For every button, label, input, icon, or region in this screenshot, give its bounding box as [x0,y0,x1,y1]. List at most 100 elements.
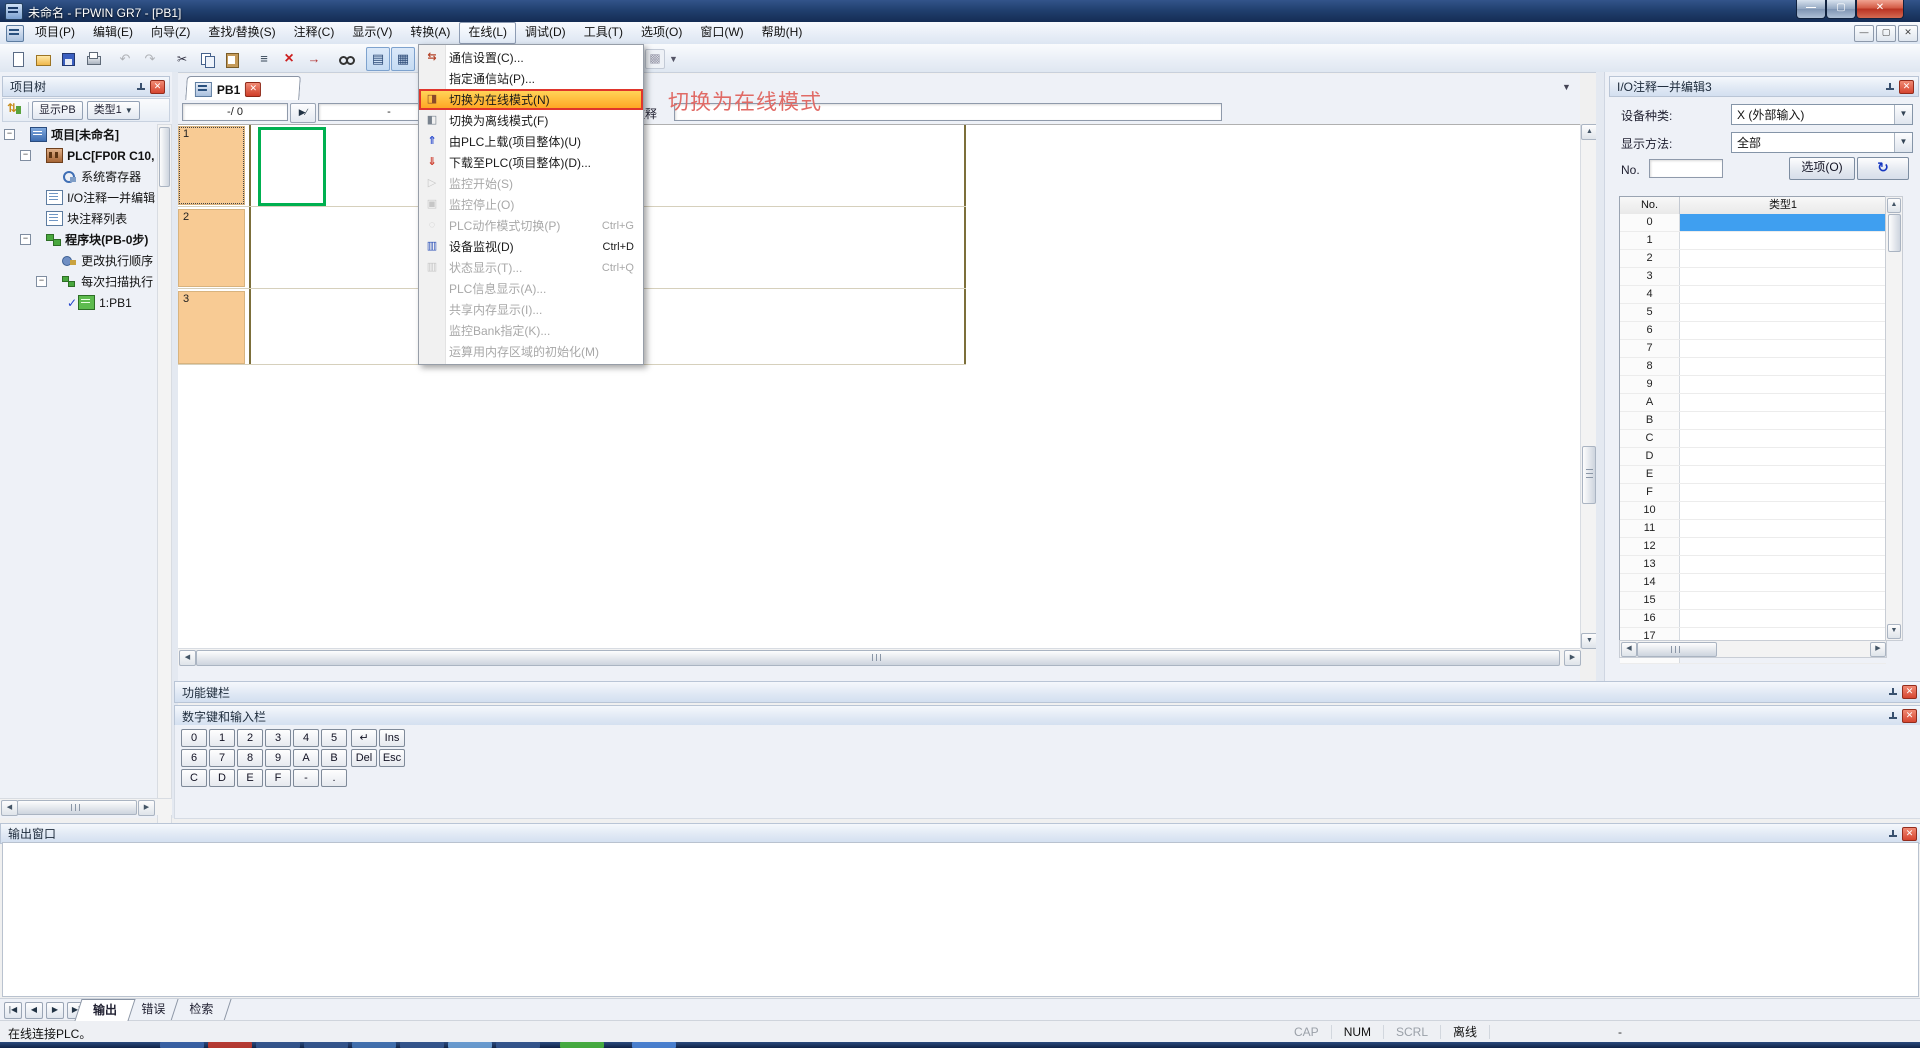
menu-item[interactable]: PLC动作模式切换(P) Ctrl+G [419,215,643,236]
scrollbar-thumb[interactable] [17,800,137,815]
toolbar-button[interactable] [302,47,326,71]
menubar-item[interactable]: 工具(T) [575,22,632,44]
close-button[interactable]: ✕ [1856,0,1904,19]
menubar-item[interactable]: 帮助(H) [753,22,812,44]
keypad-key[interactable]: B [321,749,347,767]
scroll-up-button[interactable]: ▲ [1887,198,1901,213]
comment-cell[interactable] [1680,448,1886,465]
taskbar-item[interactable] [208,1042,252,1048]
toolbar-button[interactable] [195,47,219,71]
tree-expander[interactable]: − [20,234,31,245]
menubar-item[interactable]: 显示(V) [343,22,401,44]
menubar-item[interactable]: 选项(O) [632,22,691,44]
toolbar-more-icon[interactable]: ▼ [669,54,678,64]
taskbar-item[interactable] [352,1042,396,1048]
comment-cell[interactable] [1680,358,1886,375]
comment-cell[interactable] [1680,538,1886,555]
tree-node[interactable]: − ✓ 项目[未命名] [2,124,156,145]
keypad-key[interactable]: 1 [209,729,235,747]
ladder-editor[interactable]: 123 [178,124,1580,649]
comment-cell[interactable] [1680,232,1886,249]
tab-list-icon[interactable]: ▼ [1562,82,1571,92]
scrollbar-thumb[interactable] [1637,642,1717,657]
editor-vertical-scrollbar[interactable]: ▲ ▼ [1580,124,1597,648]
monitor-toggle-button[interactable]: ▶∕ [290,103,316,123]
toolbar-button[interactable] [366,47,390,71]
options-button[interactable]: 选项(O) [1789,157,1855,180]
comment-cell[interactable] [1680,394,1886,411]
editor-horizontal-scrollbar[interactable]: ◀ ▶ [178,648,1580,666]
table-row[interactable]: E [1620,466,1886,484]
table-row[interactable]: 11 [1620,520,1886,538]
table-row[interactable]: F [1620,484,1886,502]
column-header-no[interactable]: No. [1620,197,1680,214]
menu-item[interactable]: PLC信息显示(A)... [419,278,643,299]
tree-node[interactable]: − ✓ PLC[FP0R C10, C [2,145,156,166]
menubar-item[interactable]: 在线(L) [459,22,516,44]
rung-number-cell[interactable]: 3 [178,291,245,364]
right-splitter[interactable] [1596,72,1604,681]
scroll-left-button[interactable]: ◀ [179,650,196,666]
table-row[interactable]: 7 [1620,340,1886,358]
taskbar-item[interactable] [632,1042,676,1048]
keypad-key[interactable]: 8 [237,749,263,767]
scroll-left-button[interactable]: ◀ [1621,642,1637,657]
pin-icon[interactable] [135,82,146,93]
tab-pb1[interactable]: PB1 ✕ [185,76,301,101]
table-row[interactable]: D [1620,448,1886,466]
comment-cell[interactable] [1680,592,1886,609]
panel-close-button[interactable]: ✕ [1902,827,1917,841]
tree-expander[interactable]: − [20,150,31,161]
keypad-key[interactable]: 5 [321,729,347,747]
table-row[interactable]: 4 [1620,286,1886,304]
toolbar-button[interactable] [170,47,194,71]
comment-cell[interactable] [1680,286,1886,303]
mdi-restore-button[interactable]: ▢ [1876,25,1896,42]
keypad-key[interactable]: . [321,769,347,787]
table-row[interactable]: 16 [1620,610,1886,628]
table-row[interactable]: 15 [1620,592,1886,610]
menu-item[interactable]: 切换为离线模式(F) [419,110,643,131]
menu-item[interactable]: 监控停止(O) [419,194,643,215]
table-row[interactable]: B [1620,412,1886,430]
table-row[interactable]: 12 [1620,538,1886,556]
tree-sort-icon[interactable] [7,103,21,117]
keypad-key[interactable]: 0 [181,729,207,747]
table-row[interactable]: C [1620,430,1886,448]
pin-icon[interactable] [1884,82,1895,93]
scroll-right-button[interactable]: ▶ [1564,650,1581,666]
scroll-down-button[interactable]: ▼ [1887,624,1901,639]
menubar-item[interactable]: 项目(P) [26,22,84,44]
menu-item[interactable]: 指定通信站(P)... [419,68,643,89]
menubar-item[interactable]: 编辑(E) [84,22,142,44]
tab-close-button[interactable]: ✕ [245,82,261,97]
tree-horizontal-scrollbar[interactable]: ◀ ▶ [0,798,172,815]
menu-item[interactable]: 由PLC上载(项目整体)(U) [419,131,643,152]
toolbar-button[interactable] [220,47,244,71]
table-row[interactable]: 0 [1620,214,1886,232]
menu-item[interactable]: 运算用内存区域的初始化(M) [419,341,643,362]
comment-cell[interactable] [1680,574,1886,591]
program-mode-icon[interactable]: ▩ [645,49,665,69]
comment-cell[interactable] [1680,268,1886,285]
table-row[interactable]: 9 [1620,376,1886,394]
panel-close-button[interactable]: ✕ [150,80,165,94]
scrollbar-thumb[interactable] [159,127,170,187]
keypad-action-key[interactable]: Esc [379,749,405,767]
mdi-close-button[interactable]: ✕ [1898,25,1918,42]
menubar-item[interactable]: 转换(A) [401,22,459,44]
table-row[interactable]: 13 [1620,556,1886,574]
keypad-action-key[interactable]: Del [351,749,377,767]
menu-item[interactable]: 通信设置(C)... [419,47,643,68]
chevron-down-icon[interactable]: ▼ [1894,105,1912,124]
menu-item[interactable]: 下载至PLC(项目整体)(D)... [419,152,643,173]
taskbar-item[interactable] [304,1042,348,1048]
output-tab[interactable]: 检索 [170,999,231,1021]
keypad-key[interactable]: C [181,769,207,787]
tree-node[interactable]: ✓ 块注释列表 [2,208,156,229]
scrollbar-thumb[interactable] [1888,214,1901,252]
taskbar-item[interactable] [256,1042,300,1048]
next-tab-button[interactable]: ▶ [46,1002,64,1019]
toolbar-button[interactable] [252,47,276,71]
tree-vertical-scrollbar[interactable] [157,124,172,870]
